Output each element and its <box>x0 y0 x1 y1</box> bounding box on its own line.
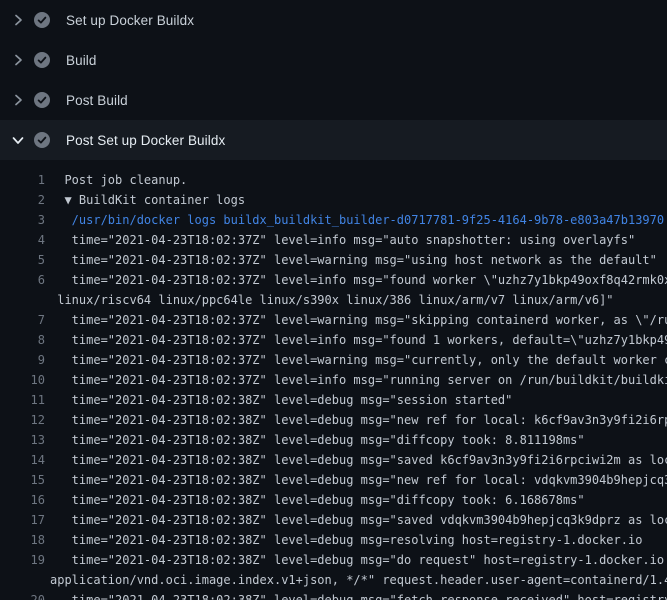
chevron-down-icon <box>10 132 26 148</box>
line-number[interactable]: 1 <box>0 170 45 190</box>
log-line: 6 time="2021-04-23T18:02:37Z" level=info… <box>0 270 667 290</box>
log-line: 2 ▼ BuildKit container logs <box>0 190 667 210</box>
log-group-toggle[interactable]: ▼ BuildKit container logs <box>45 190 667 210</box>
log-line: 5 time="2021-04-23T18:02:37Z" level=warn… <box>0 250 667 270</box>
workflow-log-viewer: Set up Docker Buildx Build Post Build Post … <box>0 0 667 600</box>
line-number[interactable]: 2 <box>0 190 45 210</box>
line-number[interactable]: 17 <box>0 510 45 530</box>
line-number[interactable]: 19 <box>0 550 45 570</box>
log-line: 10 time="2021-04-23T18:02:37Z" level=inf… <box>0 370 667 390</box>
log-line: 9 time="2021-04-23T18:02:37Z" level=warn… <box>0 350 667 370</box>
check-circle-icon <box>34 132 50 148</box>
log-line: 14 time="2021-04-23T18:02:38Z" level=deb… <box>0 450 667 470</box>
log-line-text: Post job cleanup. <box>45 170 667 190</box>
log-line: 17 time="2021-04-23T18:02:38Z" level=deb… <box>0 510 667 530</box>
log-line-text: time="2021-04-23T18:02:37Z" level=info m… <box>45 270 667 290</box>
log-line-text: time="2021-04-23T18:02:38Z" level=debug … <box>45 430 667 450</box>
line-number[interactable]: 6 <box>0 270 45 290</box>
line-number[interactable]: 20 <box>0 590 45 600</box>
log-line-text: time="2021-04-23T18:02:38Z" level=debug … <box>45 470 667 490</box>
line-number[interactable]: 7 <box>0 310 45 330</box>
log-line: 11 time="2021-04-23T18:02:38Z" level=deb… <box>0 390 667 410</box>
log-line: 20 time="2021-04-23T18:02:38Z" level=deb… <box>0 590 667 600</box>
log-line-text: time="2021-04-23T18:02:38Z" level=debug … <box>45 530 667 550</box>
log-line: 13 time="2021-04-23T18:02:38Z" level=deb… <box>0 430 667 450</box>
log-line-continuation: application/vnd.oci.image.index.v1+json,… <box>0 570 667 590</box>
log-line: 3 /usr/bin/docker logs buildx_buildkit_b… <box>0 210 667 230</box>
log-command-text: /usr/bin/docker logs buildx_buildkit_bui… <box>45 210 667 230</box>
chevron-right-icon <box>10 12 26 28</box>
log-line-text: time="2021-04-23T18:02:38Z" level=debug … <box>45 410 667 430</box>
log-line-text: time="2021-04-23T18:02:37Z" level=warnin… <box>45 250 667 270</box>
check-circle-icon <box>34 52 50 68</box>
log-line-text: time="2021-04-23T18:02:37Z" level=info m… <box>45 230 667 250</box>
log-area: 1 Post job cleanup.2 ▼ BuildKit containe… <box>0 160 667 600</box>
log-line-text: time="2021-04-23T18:02:38Z" level=debug … <box>45 550 667 570</box>
log-line-text: time="2021-04-23T18:02:38Z" level=debug … <box>45 450 667 470</box>
line-number[interactable]: 4 <box>0 230 45 250</box>
log-line-text: time="2021-04-23T18:02:37Z" level=info m… <box>45 370 667 390</box>
log-line-text: time="2021-04-23T18:02:38Z" level=debug … <box>45 490 667 510</box>
step-label: Post Set up Docker Buildx <box>66 133 225 148</box>
line-number[interactable]: 18 <box>0 530 45 550</box>
step-header-build[interactable]: Build <box>0 40 667 80</box>
log-line: 16 time="2021-04-23T18:02:38Z" level=deb… <box>0 490 667 510</box>
line-number[interactable]: 13 <box>0 430 45 450</box>
log-line: 1 Post job cleanup. <box>0 170 667 190</box>
log-line: 4 time="2021-04-23T18:02:37Z" level=info… <box>0 230 667 250</box>
log-line: 15 time="2021-04-23T18:02:38Z" level=deb… <box>0 470 667 490</box>
log-line-text: time="2021-04-23T18:02:38Z" level=debug … <box>45 390 667 410</box>
log-line-text: application/vnd.oci.image.index.v1+json,… <box>45 570 667 590</box>
step-label: Set up Docker Buildx <box>66 13 194 28</box>
chevron-right-icon <box>10 92 26 108</box>
chevron-right-icon <box>10 52 26 68</box>
step-label: Post Build <box>66 93 128 108</box>
line-number[interactable]: 10 <box>0 370 45 390</box>
log-line-text: time="2021-04-23T18:02:37Z" level=warnin… <box>45 310 667 330</box>
line-number[interactable]: 5 <box>0 250 45 270</box>
line-number[interactable]: 12 <box>0 410 45 430</box>
step-label: Build <box>66 53 97 68</box>
log-line: 19 time="2021-04-23T18:02:38Z" level=deb… <box>0 550 667 570</box>
line-number[interactable]: 3 <box>0 210 45 230</box>
line-number[interactable]: 15 <box>0 470 45 490</box>
log-line: 7 time="2021-04-23T18:02:37Z" level=warn… <box>0 310 667 330</box>
check-circle-icon <box>34 92 50 108</box>
log-line-text: time="2021-04-23T18:02:38Z" level=debug … <box>45 590 667 600</box>
log-line-text: time="2021-04-23T18:02:37Z" level=warnin… <box>45 350 667 370</box>
line-number[interactable]: 9 <box>0 350 45 370</box>
log-line-text: linux/riscv64 linux/ppc64le linux/s390x … <box>45 290 667 310</box>
step-header-post-set-up-docker-buildx[interactable]: Post Set up Docker Buildx <box>0 120 667 160</box>
log-line-continuation: linux/riscv64 linux/ppc64le linux/s390x … <box>0 290 667 310</box>
log-line-text: time="2021-04-23T18:02:38Z" level=debug … <box>45 510 667 530</box>
line-number <box>0 570 45 590</box>
step-header-set-up-docker-buildx[interactable]: Set up Docker Buildx <box>0 0 667 40</box>
check-circle-icon <box>34 12 50 28</box>
line-number[interactable]: 11 <box>0 390 45 410</box>
line-number <box>0 290 45 310</box>
step-header-post-build[interactable]: Post Build <box>0 80 667 120</box>
line-number[interactable]: 16 <box>0 490 45 510</box>
log-line: 12 time="2021-04-23T18:02:38Z" level=deb… <box>0 410 667 430</box>
step-list: Set up Docker Buildx Build Post Build Post … <box>0 0 667 160</box>
line-number[interactable]: 8 <box>0 330 45 350</box>
log-line: 18 time="2021-04-23T18:02:38Z" level=deb… <box>0 530 667 550</box>
line-number[interactable]: 14 <box>0 450 45 470</box>
log-line: 8 time="2021-04-23T18:02:37Z" level=info… <box>0 330 667 350</box>
log-line-text: time="2021-04-23T18:02:37Z" level=info m… <box>45 330 667 350</box>
